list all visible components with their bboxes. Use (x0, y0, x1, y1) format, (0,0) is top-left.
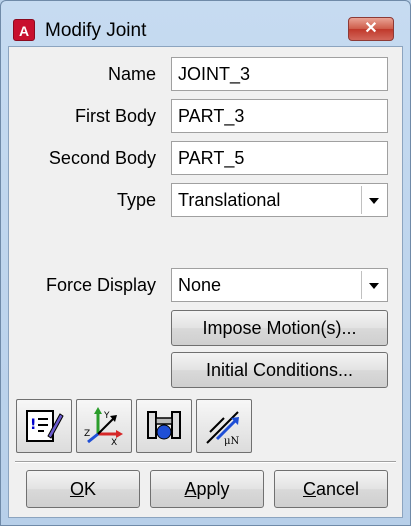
coordinates-button[interactable]: Y X Z (76, 399, 132, 453)
apply-button[interactable]: Apply (150, 470, 264, 508)
joint-primitive-icon (147, 411, 181, 440)
name-input[interactable]: JOINT_3 (171, 57, 388, 91)
y-axis-label: Y (103, 411, 110, 421)
joint-primitive-button[interactable] (136, 399, 192, 453)
title-bar[interactable]: A Modify Joint ✕ (1, 1, 410, 43)
initial-conditions-button[interactable]: Initial Conditions... (171, 352, 388, 388)
modify-joint-window: A Modify Joint ✕ Name JOINT_3 First Body… (0, 0, 411, 526)
first-body-input[interactable]: PART_3 (171, 99, 388, 133)
friction-button[interactable]: μN (196, 399, 252, 453)
x-axis-label: X (111, 438, 117, 446)
coordinate-axes-icon: Y X Z (84, 407, 123, 446)
window-title: Modify Joint (45, 20, 147, 41)
app-icon: A (13, 19, 35, 41)
z-axis-label: Z (84, 429, 90, 439)
dialog-body: Name JOINT_3 First Body PART_3 Second Bo… (8, 46, 403, 518)
cancel-button[interactable]: Cancel (274, 470, 388, 508)
close-icon: ✕ (364, 20, 378, 37)
comments-button[interactable]: ! (16, 399, 72, 453)
separator (15, 461, 396, 463)
chevron-down-icon[interactable] (361, 186, 385, 214)
type-label: Type (116, 190, 156, 210)
chevron-down-icon[interactable] (361, 271, 385, 299)
comments-edit-icon: ! (26, 410, 64, 442)
force-display-label: Force Display (45, 275, 156, 295)
svg-text:!: ! (30, 417, 36, 433)
type-value: Translational (178, 190, 281, 210)
force-display-select[interactable]: None (171, 268, 388, 302)
force-display-value: None (178, 275, 222, 295)
close-button[interactable]: ✕ (348, 17, 394, 41)
first-body-label: First Body (74, 106, 156, 126)
friction-icon: μN (206, 411, 239, 446)
impose-motion-button[interactable]: Impose Motion(s)... (171, 310, 388, 346)
ok-button[interactable]: OK (26, 470, 140, 508)
second-body-label: Second Body (48, 148, 156, 168)
friction-label: μN (224, 436, 239, 446)
second-body-input[interactable]: PART_5 (171, 141, 388, 175)
type-select[interactable]: Translational (171, 183, 388, 217)
name-label: Name (107, 64, 156, 84)
